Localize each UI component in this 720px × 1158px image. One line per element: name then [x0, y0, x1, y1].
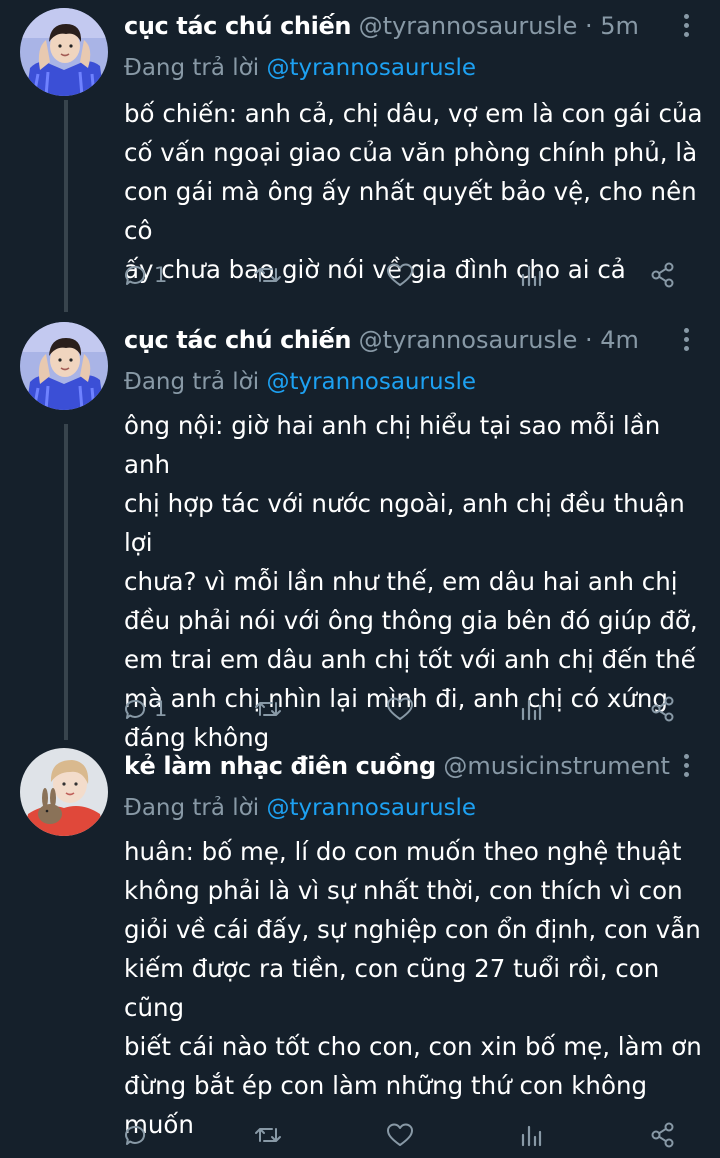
analytics-icon [521, 1125, 542, 1147]
display-name[interactable]: cục tác chú chiến [124, 326, 351, 354]
analytics-button[interactable] [520, 1118, 542, 1152]
display-name[interactable]: kẻ làm nhạc điên cuồng [124, 752, 436, 780]
more-icon[interactable] [680, 754, 692, 780]
reply-icon [125, 699, 146, 719]
retweet-icon [255, 1128, 281, 1142]
share-button[interactable] [650, 1118, 676, 1152]
tweet-actions: 1 [0, 258, 720, 292]
share-icon [651, 696, 674, 722]
like-icon [387, 263, 413, 286]
replying-label: Đang trả lời [124, 55, 260, 81]
share-icon [651, 1122, 674, 1148]
replying-to: Đang trả lời @tyrannosaurusle [124, 792, 476, 824]
share-button[interactable] [650, 258, 676, 292]
analytics-icon [521, 265, 542, 287]
share-button[interactable] [650, 692, 676, 726]
analytics-button[interactable] [520, 692, 542, 726]
tweet[interactable]: kẻ làm nhạc điên cuồng @musicinstrument … [0, 748, 720, 1158]
more-icon[interactable] [680, 14, 692, 40]
mention-link[interactable]: @tyrannosaurusle [266, 795, 476, 821]
like-icon [387, 1123, 413, 1146]
retweet-button[interactable] [254, 1118, 282, 1152]
mention-link[interactable]: @tyrannosaurusle [266, 369, 476, 395]
more-icon[interactable] [680, 328, 692, 354]
reply-count: 1 [154, 697, 168, 721]
tweet-actions: 1 [0, 692, 720, 726]
analytics-button[interactable] [520, 258, 542, 292]
tweet-header: kẻ làm nhạc điên cuồng @musicinstrument … [124, 750, 674, 782]
replying-to: Đang trả lời @tyrannosaurusle [124, 366, 476, 398]
replying-to: Đang trả lời @tyrannosaurusle [124, 52, 476, 84]
tweet-text: huân: bố mẹ, lí do con muốn theo nghệ th… [124, 837, 702, 1139]
reply-button[interactable]: 1 [124, 692, 167, 726]
timestamp[interactable]: · 4m [585, 326, 639, 354]
user-handle[interactable]: @tyrannosaurusle [359, 12, 578, 40]
reply-count: 1 [154, 263, 168, 287]
timestamp[interactable]: · 5m [585, 12, 639, 40]
avatar[interactable] [20, 8, 108, 96]
reply-button[interactable] [124, 1118, 154, 1152]
analytics-icon [521, 699, 542, 721]
retweet-icon [255, 268, 281, 282]
tweet-header: cục tác chú chiến @tyrannosaurusle · 4m [124, 324, 674, 356]
tweet[interactable]: cục tác chú chiến @tyrannosaurusle · 4m … [0, 322, 720, 752]
replying-label: Đang trả lời [124, 369, 260, 395]
display-name[interactable]: cục tác chú chiến [124, 12, 351, 40]
share-icon [651, 262, 674, 288]
reply-icon [125, 265, 146, 285]
reply-icon [125, 1125, 146, 1145]
user-handle[interactable]: @tyrannosaurusle [359, 326, 578, 354]
retweet-icon [255, 702, 281, 716]
like-button[interactable] [386, 258, 414, 292]
retweet-button[interactable] [254, 692, 282, 726]
like-button[interactable] [386, 1118, 414, 1152]
like-icon [387, 697, 413, 720]
user-handle[interactable]: @musicinstrument ... [443, 752, 674, 780]
tweet[interactable]: cục tác chú chiến @tyrannosaurusle · 5m … [0, 8, 720, 308]
like-button[interactable] [386, 692, 414, 726]
mention-link[interactable]: @tyrannosaurusle [266, 55, 476, 81]
retweet-button[interactable] [254, 258, 282, 292]
replying-label: Đang trả lời [124, 795, 260, 821]
avatar[interactable] [20, 322, 108, 410]
tweet-actions [0, 1118, 720, 1152]
tweet-header: cục tác chú chiến @tyrannosaurusle · 5m [124, 10, 674, 42]
reply-button[interactable]: 1 [124, 258, 167, 292]
avatar[interactable] [20, 748, 108, 836]
